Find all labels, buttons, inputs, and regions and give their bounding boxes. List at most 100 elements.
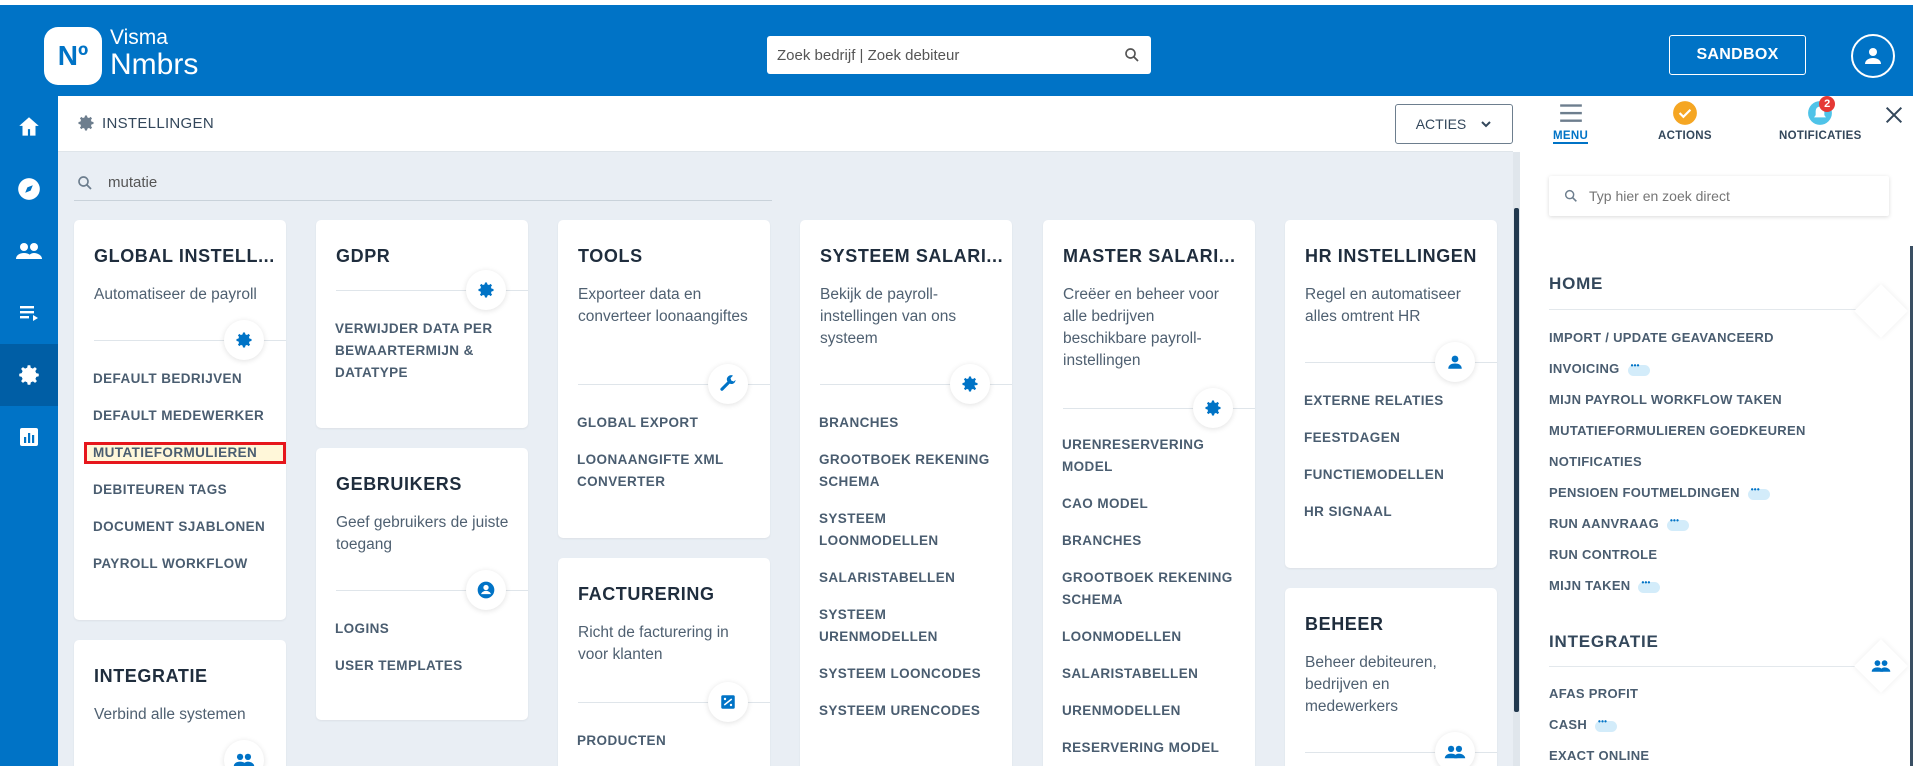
home-menu-item[interactable]: MIJN PAYROLL WORKFLOW TAKEN xyxy=(1549,384,1806,415)
link-externe-relaties[interactable]: EXTERNE RELATIES xyxy=(1285,390,1497,412)
settings-filter[interactable] xyxy=(74,165,772,201)
card-integratie: INTEGRATIE Verbind alle systemen xyxy=(74,640,286,766)
link-salaristabellen[interactable]: SALARISTABELLEN xyxy=(800,567,1012,589)
link-cao-model[interactable]: CAO MODEL xyxy=(1043,493,1255,515)
link-mutatieformulieren[interactable]: MUTATIEFORMULIEREN xyxy=(84,442,286,464)
link-loonmodellen[interactable]: LOONMODELLEN xyxy=(1043,626,1255,648)
link-salaristabellen[interactable]: SALARISTABELLEN xyxy=(1043,663,1255,685)
home-menu-item[interactable]: MUTATIEFORMULIEREN GOEDKEUREN xyxy=(1549,415,1806,446)
home-menu-item[interactable]: RUN AANVRAAG xyxy=(1549,508,1806,539)
card-systeem-salaris: SYSTEEM SALARI... Bekijk de payroll-inst… xyxy=(800,220,1012,766)
card-global-instellingen: GLOBAL INSTELL... Automatiseer de payrol… xyxy=(74,220,286,620)
nav-runs[interactable] xyxy=(0,282,58,344)
nav-explore[interactable] xyxy=(0,158,58,220)
link-systeem-loonmodellen[interactable]: SYSTEEM LOONMODELLEN xyxy=(800,508,1012,552)
card-title: BEHEER xyxy=(1305,614,1384,634)
link-global-export[interactable]: GLOBAL EXPORT xyxy=(558,412,770,434)
card-description: Creëer en beheer voor alle bedrijven bes… xyxy=(1063,286,1219,369)
acties-label: ACTIES xyxy=(1415,116,1467,132)
link-default-bedrijven[interactable]: DEFAULT BEDRIJVEN xyxy=(74,368,286,390)
link-systeem-urencodes[interactable]: SYSTEEM URENCODES xyxy=(800,700,1012,722)
more-dots-icon[interactable] xyxy=(1747,485,1770,500)
left-nav xyxy=(0,96,58,766)
menu-item-label: CASH xyxy=(1549,717,1588,732)
link-grootboek-rekening-schema[interactable]: GROOTBOEK REKENING SCHEMA xyxy=(800,449,1012,493)
home-menu-item[interactable]: MIJN TAKEN xyxy=(1549,570,1806,601)
link-systeem-looncodes[interactable]: SYSTEEM LOONCODES xyxy=(800,663,1012,685)
people-icon xyxy=(1871,660,1891,672)
logo-line-2: Nmbrs xyxy=(110,48,199,81)
card-master-salaris: MASTER SALARI... Creëer en beheer voor a… xyxy=(1043,220,1255,766)
card-hr-instellingen: HR INSTELLINGEN Regel en automatiseer al… xyxy=(1285,220,1497,568)
company-search-input[interactable] xyxy=(777,46,1123,64)
link-producten[interactable]: PRODUCTEN xyxy=(558,730,770,752)
menu-item-label: NOTIFICATIES xyxy=(1549,454,1642,469)
link-document-sjablonen[interactable]: DOCUMENT SJABLONEN xyxy=(74,516,286,538)
nav-home[interactable] xyxy=(0,96,58,158)
link-systeem-urenmodellen[interactable]: SYSTEEM URENMODELLEN xyxy=(800,604,1012,648)
link-hr-signaal[interactable]: HR SIGNAAL xyxy=(1285,501,1497,523)
panel-scrollbar[interactable] xyxy=(1513,152,1520,766)
search-icon xyxy=(78,175,92,190)
more-dots-icon[interactable] xyxy=(1627,361,1650,376)
link-feestdagen[interactable]: FEESTDAGEN xyxy=(1285,427,1497,449)
link-payroll-workflow[interactable]: PAYROLL WORKFLOW xyxy=(74,553,286,575)
chart-icon xyxy=(20,428,38,446)
menu-item-label: MUTATIEFORMULIEREN GOEDKEUREN xyxy=(1549,423,1806,438)
user-avatar-button[interactable] xyxy=(1851,34,1895,78)
integratie-menu-item[interactable]: AFAS PROFIT xyxy=(1549,678,1649,709)
link-branches[interactable]: BRANCHES xyxy=(800,412,1012,434)
more-dots-icon[interactable] xyxy=(1595,717,1618,732)
company-search[interactable] xyxy=(767,36,1151,74)
tab-notifications[interactable]: 2 NOTIFICATIES xyxy=(1779,96,1862,142)
nav-people[interactable] xyxy=(0,220,58,282)
close-panel-button[interactable] xyxy=(1883,104,1905,131)
tab-actions[interactable]: ACTIONS xyxy=(1658,100,1712,142)
more-dots-icon[interactable] xyxy=(1667,516,1690,531)
card-tools: TOOLS Exporteer data en converteer loona… xyxy=(558,220,770,538)
link-verwijder-data[interactable]: VERWIJDER DATA PER BEWAARTERMIJN & DATAT… xyxy=(316,318,528,384)
user-icon xyxy=(1448,355,1462,369)
search-icon[interactable] xyxy=(1123,46,1141,64)
integratie-menu-item[interactable]: CASH xyxy=(1549,709,1649,740)
settings-filter-input[interactable] xyxy=(108,174,772,191)
card-badge xyxy=(1435,342,1475,382)
logo-icon[interactable]: Nº xyxy=(44,27,102,85)
link-branches[interactable]: BRANCHES xyxy=(1043,530,1255,552)
nav-reports[interactable] xyxy=(0,406,58,468)
home-menu-item[interactable]: IMPORT / UPDATE GEAVANCEERD xyxy=(1549,322,1806,353)
home-menu-item[interactable]: NOTIFICATIES xyxy=(1549,446,1806,477)
acties-dropdown[interactable]: ACTIES xyxy=(1395,104,1513,144)
side-panel-tabs: MENU ACTIONS 2 NOTIFICATIES xyxy=(1513,96,1913,152)
home-menu-item[interactable]: RUN CONTROLE xyxy=(1549,539,1806,570)
home-menu-item[interactable]: INVOICING xyxy=(1549,353,1806,384)
link-debiteuren-tags[interactable]: DEBITEUREN TAGS xyxy=(74,479,286,501)
top-header: Nº Visma Nmbrs SANDBOX xyxy=(0,0,1913,96)
link-urenmodellen[interactable]: URENMODELLEN xyxy=(1043,700,1255,722)
link-logins[interactable]: LOGINS xyxy=(316,618,528,640)
check-circle-icon xyxy=(1673,101,1697,125)
home-icon xyxy=(19,117,39,136)
link-functiemodellen[interactable]: FUNCTIEMODELLEN xyxy=(1285,464,1497,486)
tab-menu[interactable]: MENU xyxy=(1553,100,1589,144)
link-reservering-model[interactable]: RESERVERING MODEL xyxy=(1043,737,1255,759)
link-grootboek-rekening-schema[interactable]: GROOTBOEK REKENING SCHEMA xyxy=(1043,567,1255,611)
sandbox-button[interactable]: SANDBOX xyxy=(1669,35,1806,75)
integratie-menu-item[interactable]: EXACT ONLINE xyxy=(1549,740,1649,766)
link-loonaangifte-xml-converter[interactable]: LOONAANGIFTE XML CONVERTER xyxy=(558,449,770,493)
logo-text: Visma Nmbrs xyxy=(110,27,198,80)
section-home-badge xyxy=(1854,284,1908,338)
card-description: Regel en automatiseer alles omtrent HR xyxy=(1305,286,1461,325)
gear-icon xyxy=(78,115,94,131)
card-description: Verbind alle systemen xyxy=(94,706,246,723)
link-urenreservering-model[interactable]: URENRESERVERING MODEL xyxy=(1043,434,1255,478)
home-menu-item[interactable]: PENSIOEN FOUTMELDINGEN xyxy=(1549,477,1806,508)
link-default-medewerker[interactable]: DEFAULT MEDEWERKER xyxy=(74,405,286,427)
panel-scrollbar-thumb[interactable] xyxy=(1514,208,1519,712)
more-dots-icon[interactable] xyxy=(1638,578,1661,593)
menu-search-input[interactable] xyxy=(1589,188,1889,204)
menu-search[interactable] xyxy=(1549,176,1889,216)
nav-settings[interactable] xyxy=(0,344,58,406)
link-user-templates[interactable]: USER TEMPLATES xyxy=(316,655,528,677)
menu-item-label: MIJN PAYROLL WORKFLOW TAKEN xyxy=(1549,392,1782,407)
